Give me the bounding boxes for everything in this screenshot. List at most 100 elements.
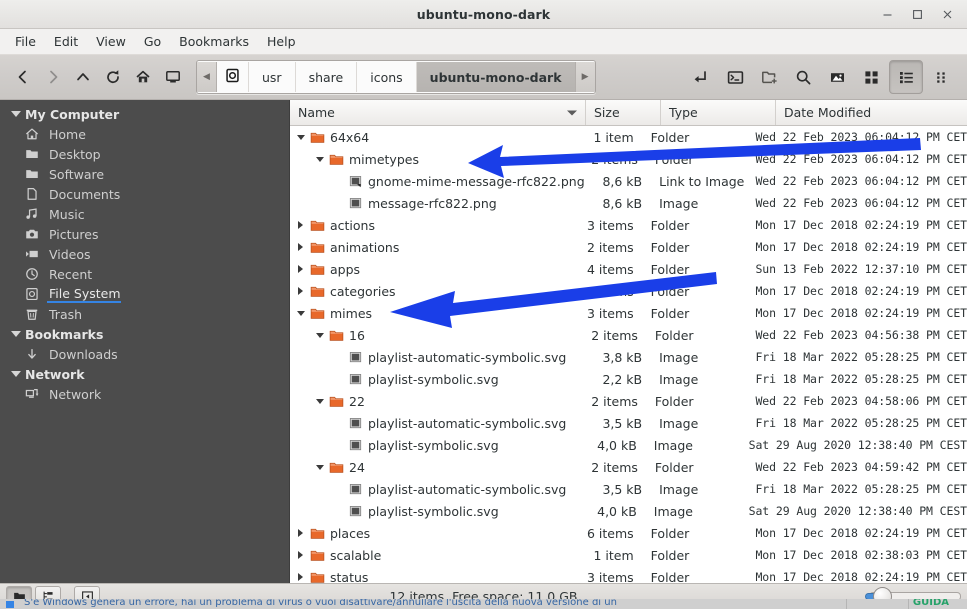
sidebar-item-home[interactable]: Home xyxy=(0,124,289,144)
table-row[interactable]: apps 4 items Folder Sun 13 Feb 2022 12:37:1… xyxy=(290,258,967,280)
table-row[interactable]: places 6 items Folder Mon 17 Dec 2018 02:24… xyxy=(290,522,967,544)
file-name-label: playlist-automatic-symbolic.svg xyxy=(368,349,567,365)
cell-name: animations xyxy=(290,240,577,255)
chevron-down-icon[interactable] xyxy=(313,332,326,338)
table-row[interactable]: 22 2 items Folder Wed 22 Feb 2023 04:58:06 … xyxy=(290,390,967,412)
background-window-text: S'e Windows genera un errore, hai un pro… xyxy=(24,599,617,608)
cell-size: 2 items xyxy=(591,151,638,167)
up-button[interactable] xyxy=(68,62,98,92)
column-header-label: Type xyxy=(669,105,698,120)
breadcrumb-scroll-right[interactable]: ▶ xyxy=(574,62,595,92)
table-row[interactable]: playlist-automatic-symbolic.svg 3,8 kB Ima… xyxy=(290,346,967,368)
chevron-right-icon[interactable] xyxy=(294,529,307,537)
chevron-down-icon[interactable] xyxy=(294,134,307,140)
breadcrumb-item-filesystem[interactable] xyxy=(217,62,249,92)
menu-help[interactable]: Help xyxy=(258,31,305,52)
sidebar-item-desktop[interactable]: Desktop xyxy=(0,144,289,164)
breadcrumb-item-share[interactable]: share xyxy=(295,62,358,92)
close-button[interactable] xyxy=(933,2,961,26)
chevron-down-icon[interactable] xyxy=(294,310,307,316)
column-header-name[interactable]: Name xyxy=(290,100,586,125)
chevron-down-icon[interactable] xyxy=(313,398,326,404)
sidebar-group-my-computer[interactable]: My Computer xyxy=(0,104,289,124)
chevron-right-icon[interactable] xyxy=(294,287,307,295)
open-terminal-here-button[interactable] xyxy=(685,61,717,93)
minimize-button[interactable] xyxy=(873,2,901,26)
menu-edit[interactable]: Edit xyxy=(45,31,87,52)
sidebar-group-bookmarks[interactable]: Bookmarks xyxy=(0,324,289,344)
preview-button[interactable] xyxy=(821,61,853,93)
table-row[interactable]: status 3 items Folder Mon 17 Dec 2018 02:24… xyxy=(290,566,967,583)
chevron-right-icon[interactable] xyxy=(294,573,307,581)
home-button[interactable] xyxy=(128,62,158,92)
forward-button[interactable] xyxy=(38,62,68,92)
search-button[interactable] xyxy=(787,61,819,93)
file-name-label: actions xyxy=(330,217,375,233)
table-row[interactable]: 64x64 1 item Folder Wed 22 Feb 2023 06:04:1… xyxy=(290,126,967,148)
cell-type: Folder xyxy=(650,217,690,233)
sidebar-item-recent[interactable]: Recent xyxy=(0,264,289,284)
cell-date-modified: Fri 18 Mar 2022 05:28:25 PM CET xyxy=(755,482,967,496)
breadcrumb-item-icons[interactable]: icons xyxy=(357,62,417,92)
computer-button[interactable] xyxy=(158,62,188,92)
table-row[interactable]: playlist-automatic-symbolic.svg 3,5 kB Ima… xyxy=(290,478,967,500)
table-row[interactable]: categories items Folder Mon 17 Dec 2018 02:… xyxy=(290,280,967,302)
icon-view-button[interactable] xyxy=(855,61,887,93)
sidebar-item-videos[interactable]: Videos xyxy=(0,244,289,264)
breadcrumb-item-current[interactable]: ubuntu-mono-dark xyxy=(416,62,575,92)
sidebar-item-downloads[interactable]: Downloads xyxy=(0,344,289,364)
file-name-label: playlist-symbolic.svg xyxy=(368,371,499,387)
breadcrumb-scroll-left[interactable]: ◀ xyxy=(197,62,217,92)
chevron-right-icon[interactable] xyxy=(294,243,307,251)
table-row[interactable]: playlist-automatic-symbolic.svg 3,5 kB Ima… xyxy=(290,412,967,434)
table-row[interactable]: 16 2 items Folder Wed 22 Feb 2023 04:56:38 … xyxy=(290,324,967,346)
chevron-down-icon[interactable] xyxy=(313,464,326,470)
folder-icon xyxy=(307,262,327,277)
breadcrumb-item-usr[interactable]: usr xyxy=(249,62,296,92)
table-row[interactable]: message-rfc822.png 8,6 kB Image Wed 22 Feb … xyxy=(290,192,967,214)
table-row[interactable]: playlist-symbolic.svg 4,0 kB Image Sat 29 A… xyxy=(290,434,967,456)
cell-name: playlist-automatic-symbolic.svg xyxy=(290,482,591,497)
sidebar-item-software[interactable]: Software xyxy=(0,164,289,184)
table-row[interactable]: mimetypes 2 items Folder Wed 22 Feb 2023 06… xyxy=(290,148,967,170)
sidebar-item-label: Downloads xyxy=(49,346,118,362)
chevron-right-icon[interactable] xyxy=(294,221,307,229)
chevron-right-icon[interactable] xyxy=(294,265,307,273)
terminal-button[interactable] xyxy=(719,61,751,93)
compact-view-button[interactable] xyxy=(925,61,957,93)
cell-date-modified: Wed 22 Feb 2023 04:58:06 PM CET xyxy=(755,394,967,408)
sidebar-group-network[interactable]: Network xyxy=(0,364,289,384)
sidebar-item-file-system[interactable]: File System xyxy=(0,284,289,304)
sidebar-item-trash[interactable]: Trash xyxy=(0,304,289,324)
new-folder-button[interactable] xyxy=(753,61,785,93)
file-rows-container[interactable]: 64x64 1 item Folder Wed 22 Feb 2023 06:04:1… xyxy=(290,126,967,583)
table-row[interactable]: mimes 3 items Folder Mon 17 Dec 2018 02:24:… xyxy=(290,302,967,324)
maximize-button[interactable] xyxy=(903,2,931,26)
sidebar-item-network[interactable]: Network xyxy=(0,384,289,404)
table-row[interactable]: actions 3 items Folder Mon 17 Dec 2018 02:2… xyxy=(290,214,967,236)
table-row[interactable]: 24 2 items Folder Wed 22 Feb 2023 04:59:42 … xyxy=(290,456,967,478)
menu-view[interactable]: View xyxy=(87,31,135,52)
table-row[interactable]: gnome-mime-message-rfc822.png 8,6 kB Link … xyxy=(290,170,967,192)
column-header-size[interactable]: Size xyxy=(586,100,661,125)
cell-size: 3 items xyxy=(586,305,634,321)
chevron-down-icon[interactable] xyxy=(313,156,326,162)
sidebar-item-music[interactable]: Music xyxy=(0,204,289,224)
cell-name: gnome-mime-message-rfc822.png xyxy=(290,174,591,189)
menu-file[interactable]: File xyxy=(6,31,45,52)
sidebar-item-pictures[interactable]: Pictures xyxy=(0,224,289,244)
menu-bookmarks[interactable]: Bookmarks xyxy=(170,31,258,52)
file-manager-window: ubuntu-mono-dark File Edit View Go Bookm… xyxy=(0,0,967,609)
table-row[interactable]: playlist-symbolic.svg 4,0 kB Image Sat 29 A… xyxy=(290,500,967,522)
menu-go[interactable]: Go xyxy=(135,31,170,52)
column-header-type[interactable]: Type xyxy=(661,100,776,125)
reload-button[interactable] xyxy=(98,62,128,92)
chevron-right-icon[interactable] xyxy=(294,551,307,559)
table-row[interactable]: scalable 1 item Folder Mon 17 Dec 2018 02:3… xyxy=(290,544,967,566)
sidebar-item-documents[interactable]: Documents xyxy=(0,184,289,204)
list-view-button[interactable] xyxy=(889,60,923,94)
column-header-date-modified[interactable]: Date Modified xyxy=(776,100,967,125)
table-row[interactable]: playlist-symbolic.svg 2,2 kB Image Fri 18 M… xyxy=(290,368,967,390)
back-button[interactable] xyxy=(8,62,38,92)
table-row[interactable]: animations 2 items Folder Mon 17 Dec 2018 0… xyxy=(290,236,967,258)
